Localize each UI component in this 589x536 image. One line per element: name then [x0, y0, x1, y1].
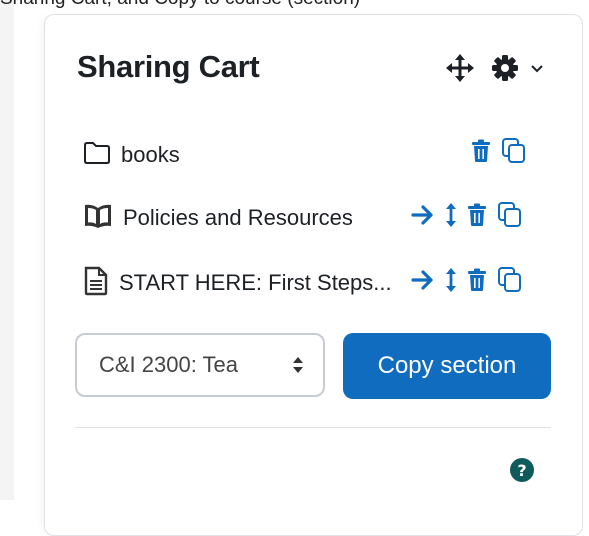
copy-icon[interactable] — [497, 266, 523, 294]
move-right-icon[interactable] — [411, 204, 435, 226]
item-label: books — [121, 142, 180, 167]
copy-section-button[interactable]: Copy section — [343, 333, 551, 399]
svg-text:?: ? — [517, 461, 526, 480]
delete-icon[interactable] — [471, 139, 491, 163]
block-title: Sharing Cart — [77, 49, 260, 84]
folder-icon — [83, 140, 111, 171]
course-select-value: C&I 2300: Tea — [99, 352, 239, 377]
sharing-cart-block: Sharing Cart books Policies and Resource… — [44, 14, 583, 536]
select-caret-icon — [291, 355, 305, 381]
list-item: Policies and Resources — [83, 201, 353, 235]
copy-icon[interactable] — [501, 137, 527, 165]
copy-icon[interactable] — [497, 201, 523, 229]
divider — [75, 427, 551, 428]
item-actions — [411, 266, 523, 294]
list-item: books — [83, 138, 180, 172]
help-icon[interactable]: ? — [509, 457, 535, 488]
delete-icon[interactable] — [467, 268, 487, 292]
gear-icon[interactable] — [491, 54, 519, 87]
block-header-controls — [445, 53, 545, 88]
move-vertical-icon[interactable] — [445, 266, 457, 294]
course-select[interactable]: C&I 2300: Tea — [75, 333, 325, 397]
move-icon[interactable] — [445, 53, 475, 88]
item-label: START HERE: First Steps... — [119, 270, 392, 295]
move-vertical-icon[interactable] — [445, 201, 457, 229]
book-icon — [83, 202, 113, 235]
cut-off-heading-text: Sharing Cart, and Copy to course (sectio… — [0, 0, 360, 10]
delete-icon[interactable] — [467, 203, 487, 227]
move-right-icon[interactable] — [411, 269, 435, 291]
file-icon — [83, 266, 109, 301]
list-item: START HERE: First Steps... — [83, 266, 392, 300]
left-sidebar — [0, 0, 14, 500]
chevron-down-icon[interactable] — [529, 60, 545, 81]
item-actions — [411, 201, 523, 229]
item-label: Policies and Resources — [123, 205, 353, 230]
item-actions — [471, 137, 527, 165]
